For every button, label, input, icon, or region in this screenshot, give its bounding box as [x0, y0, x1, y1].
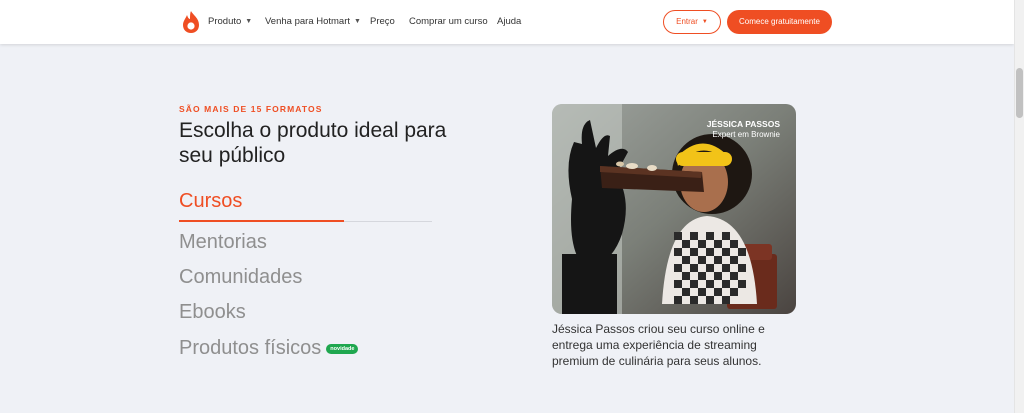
get-started-button[interactable]: Comece gratuitamente: [727, 10, 832, 34]
tab-produtos-fisicos-label: Produtos físicos: [179, 337, 322, 359]
new-badge: novidade: [326, 344, 359, 354]
login-button-label: Entrar: [676, 17, 698, 26]
creator-description: Jéssica Passos criou seu curso online e …: [552, 322, 765, 368]
hotmart-flame-logo-icon[interactable]: [180, 10, 202, 34]
nav-comprar-um-curso[interactable]: Comprar um curso: [409, 0, 488, 44]
tab-mentorias[interactable]: Mentorias: [179, 231, 267, 254]
creator-role: Expert em Brownie: [712, 130, 780, 139]
active-tab-indicator: [179, 220, 344, 222]
nav-venha-label: Venha para Hotmart: [265, 16, 351, 27]
nav-preco[interactable]: Preço: [370, 0, 395, 44]
nav-produto[interactable]: Produto ▼: [208, 0, 252, 44]
login-button[interactable]: Entrar ▼: [663, 10, 721, 34]
caret-down-icon: ▼: [701, 19, 708, 25]
featured-creator-photo: JÉSSICA PASSOS Expert em Brownie: [552, 104, 796, 314]
tab-ebooks[interactable]: Ebooks: [179, 301, 246, 324]
top-navigation-bar: Produto ▼ Venha para Hotmart ▼ Preço Compr…: [0, 0, 1014, 44]
nav-produto-label: Produto: [208, 16, 242, 27]
tab-cursos[interactable]: Cursos: [179, 190, 242, 213]
scrollbar-thumb[interactable]: [1016, 68, 1023, 118]
chevron-down-icon: ▼: [354, 18, 361, 25]
section-eyebrow: SÃO MAIS DE 15 FORMATOS: [179, 104, 323, 114]
tab-comunidades[interactable]: Comunidades: [179, 266, 302, 289]
tab-produtos-fisicos[interactable]: Produtos físicos novidade: [179, 337, 359, 360]
chevron-down-icon: ▼: [245, 18, 253, 25]
nav-venha-para-hotmart[interactable]: Venha para Hotmart ▼: [265, 0, 361, 44]
section-title: Escolha o produto ideal para seu público: [179, 119, 447, 167]
nav-ajuda[interactable]: Ajuda: [497, 0, 521, 44]
creator-name: JÉSSICA PASSOS: [706, 119, 780, 129]
page-scrollbar[interactable]: [1014, 0, 1024, 413]
